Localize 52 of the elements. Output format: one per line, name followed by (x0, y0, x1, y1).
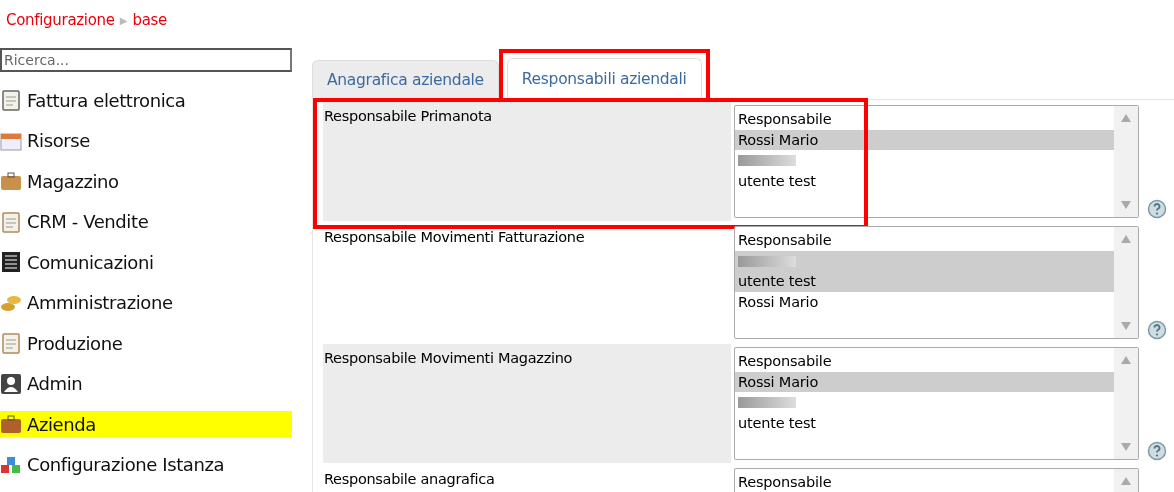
list-icon (0, 251, 22, 273)
field-label: Responsabile anagrafica (323, 470, 496, 489)
clipboard-icon (0, 332, 22, 354)
menu-item[interactable]: Produzione (0, 330, 292, 356)
list-option[interactable]: Rossi Mario (735, 291, 1114, 312)
menu-item[interactable]: CRM - Vendite (0, 208, 292, 235)
breadcrumb-link[interactable]: base (132, 11, 167, 29)
list-option[interactable]: Responsabile (735, 109, 1114, 130)
breadcrumb-separator: ▶ (119, 14, 128, 26)
redacted-option[interactable] (735, 250, 1114, 271)
list-box[interactable]: Responsabile (734, 468, 1139, 492)
scroll-down-icon[interactable] (1121, 201, 1131, 209)
menu-item[interactable]: Risorse (0, 127, 292, 154)
scroll-up-icon[interactable] (1121, 356, 1131, 364)
list-box[interactable]: Responsabile Rossi Mario utente test (734, 347, 1139, 460)
field-label: Responsabile Movimenti Magazzino (323, 344, 731, 463)
list-option[interactable]: utente test (735, 271, 1114, 292)
help-icon[interactable] (1147, 199, 1167, 219)
scroll-up-icon[interactable] (1121, 235, 1131, 243)
field-label: Responsabile Movimenti Fatturazione (323, 228, 586, 247)
help-icon[interactable] (1147, 320, 1167, 340)
menu-item[interactable]: Configurazione Istanza (0, 451, 292, 478)
list-option[interactable]: Rossi Mario (735, 129, 1114, 150)
list-option[interactable]: Responsabile (735, 230, 1114, 251)
document-icon (0, 89, 22, 111)
list-option[interactable]: utente test (735, 170, 1114, 191)
scroll-down-icon[interactable] (1121, 322, 1131, 330)
list-option[interactable]: Responsabile (735, 351, 1114, 372)
scroll-up-icon[interactable] (1121, 114, 1131, 122)
tab[interactable]: Responsabili aziendali (506, 58, 702, 99)
boxes-icon (0, 170, 22, 192)
menu-item[interactable]: Comunicazioni (0, 249, 292, 275)
list-box[interactable]: Responsabile Rossi Mario utente test (734, 105, 1139, 218)
scroll-down-icon[interactable] (1121, 443, 1131, 451)
menu-item[interactable]: Admin (0, 370, 292, 397)
help-icon[interactable] (1147, 441, 1167, 461)
list-option[interactable]: utente test (735, 412, 1114, 433)
field-label: Responsabile Primanota (323, 102, 731, 221)
clipboard-icon (0, 210, 22, 233)
search-field[interactable]: Ricerca... (0, 48, 292, 72)
menu-item[interactable]: Magazzino (0, 168, 292, 194)
menu-item[interactable]: Fattura elettronica (0, 87, 292, 113)
menu-item[interactable]: Azienda (0, 411, 292, 437)
user-icon (0, 372, 22, 395)
briefcase-icon (0, 413, 22, 435)
list-option[interactable]: Responsabile (735, 472, 1114, 492)
scroll-up-icon[interactable] (1121, 477, 1131, 485)
breadcrumb-link[interactable]: Configurazione (6, 11, 115, 29)
list-option[interactable]: Rossi Mario (735, 371, 1114, 392)
tab[interactable]: Anagrafica aziendale (312, 60, 499, 99)
list-box[interactable]: Responsabile utente test Rossi Mario (734, 226, 1139, 339)
menu-item[interactable]: Amministrazione (0, 289, 292, 316)
